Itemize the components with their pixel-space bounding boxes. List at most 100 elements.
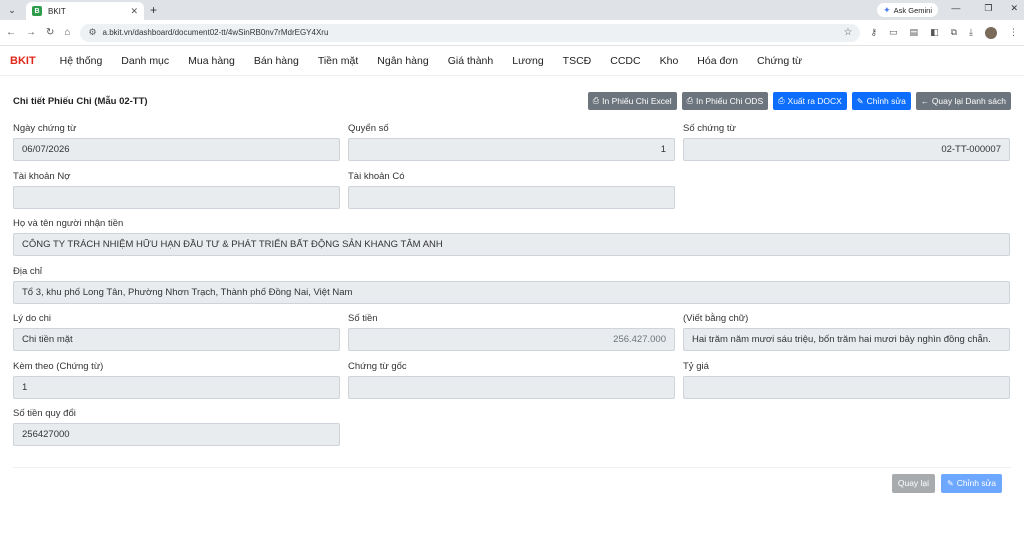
label-ty-gia: Tỷ giá	[683, 360, 709, 372]
menu-luong[interactable]: Lương	[512, 55, 543, 67]
bookmark-star-icon[interactable]: ☆	[843, 27, 852, 38]
printer-icon: ⎙	[592, 96, 600, 105]
field-so-tien: Số tiền 256.427.000	[348, 306, 675, 354]
menu-tscd[interactable]: TSCĐ	[563, 55, 592, 67]
field-tk-no: Tài khoản Nợ	[13, 164, 340, 212]
input-tk-no[interactable]	[13, 185, 340, 209]
footer-divider	[13, 466, 1011, 468]
back-icon[interactable]: ←	[6, 27, 16, 38]
field-empty	[683, 164, 1010, 212]
back-label: Quay lại	[897, 478, 930, 488]
printer-icon: ⎙	[778, 96, 785, 105]
brand-logo[interactable]: BKIT	[10, 55, 36, 67]
url-text[interactable]: a.bkit.vn/dashboard/document02-tt/4wSinR…	[103, 28, 838, 37]
input-ly-do[interactable]: Chi tiền mặt	[13, 328, 340, 351]
label-ly-do: Lý do chi	[13, 313, 52, 324]
input-quy-doi[interactable]: 256427000	[13, 423, 340, 446]
input-dia-chi[interactable]: Tổ 3, khu phố Long Tân, Phường Nhơn Trạc…	[13, 280, 1010, 304]
label-so-chung-tu: Số chứng từ	[683, 123, 736, 134]
print-excel-button[interactable]: ⎙ In Phiếu Chi Excel	[587, 92, 677, 110]
menu-danh-muc[interactable]: Danh mục	[121, 55, 169, 67]
field-quy-doi: Số tiền quy đổi 256427000	[13, 401, 340, 449]
field-ty-gia: Tỷ giá	[683, 354, 1010, 402]
field-so-chung-tu: Số chứng từ 02-TT-000007	[683, 116, 1010, 164]
home-icon[interactable]: ⌂	[64, 27, 70, 38]
extension-icon[interactable]: ⧉	[951, 27, 957, 38]
input-so-tien[interactable]: 256.427.000	[348, 328, 675, 351]
browser-tabbar: ⌄ B BKIT ✕ + ✦ Ask Gemini — ❐ ✕	[0, 0, 1024, 20]
label-bang-chu: (Viết bằng chữ)	[683, 313, 749, 324]
printer-icon: ⎙	[686, 96, 694, 105]
field-kem-theo: Kèm theo (Chứng từ) 1	[13, 354, 340, 402]
field-bang-chu: (Viết bằng chữ) Hai trăm năm mươi sáu tr…	[683, 306, 1010, 354]
field-ngay-chung-tu: Ngày chứng từ 06/07/2026	[13, 116, 340, 164]
sidebar-icon[interactable]: ◧	[930, 27, 939, 38]
field-ly-do: Lý do chi Chi tiền mặt	[13, 306, 340, 354]
tab-search-icon[interactable]: ⌄	[4, 2, 20, 18]
menu-ban-hang[interactable]: Bán hàng	[254, 55, 299, 67]
menu-kho[interactable]: Kho	[660, 55, 679, 67]
back-to-list-button[interactable]: ← Quay lại Danh sách	[915, 92, 1011, 110]
back-to-list-label: Quay lại Danh sách	[931, 96, 1006, 106]
forward-icon[interactable]: →	[26, 27, 36, 38]
menu-ngan-hang[interactable]: Ngân hàng	[377, 55, 428, 67]
restore-icon[interactable]: ❐	[984, 3, 992, 14]
field-dia-chi: Địa chỉ Tổ 3, khu phố Long Tân, Phường N…	[13, 259, 1010, 307]
new-tab-icon[interactable]: +	[150, 3, 157, 17]
menu-ccdc[interactable]: CCDC	[610, 55, 640, 67]
input-quyen-so[interactable]: 1	[348, 138, 675, 161]
reload-icon[interactable]: ↻	[46, 27, 54, 38]
field-tk-co: Tài khoản Có	[348, 164, 675, 212]
gemini-icon: ✦	[883, 4, 891, 15]
browser-tab[interactable]: B BKIT ✕	[26, 2, 144, 20]
menu-mua-hang[interactable]: Mua hàng	[188, 55, 235, 67]
input-nguoi-nhan[interactable]: CÔNG TY TRÁCH NHIỆM HỮU HẠN ĐẦU TƯ & PHÁ…	[13, 233, 1010, 256]
close-window-icon[interactable]: ✕	[1010, 3, 1018, 14]
window-controls: — ❐ ✕	[951, 3, 1018, 14]
card-icon[interactable]: ▭	[889, 27, 898, 38]
pencil-icon: ✎	[947, 478, 954, 488]
menu-chung-tu[interactable]: Chứng từ	[757, 55, 802, 67]
address-bar-row: ← → ↻ ⌂ ⚙ a.bkit.vn/dashboard/document02…	[0, 20, 1024, 46]
key-icon[interactable]: ⚷	[870, 27, 877, 38]
input-ty-gia[interactable]	[683, 375, 1010, 399]
label-so-tien: Số tiền	[348, 313, 378, 324]
ask-gemini-button[interactable]: ✦ Ask Gemini	[877, 3, 938, 17]
download-icon[interactable]: ⤓	[969, 27, 973, 38]
field-nguoi-nhan: Họ và tên người nhận tiền CÔNG TY TRÁCH …	[13, 211, 1010, 259]
omnibox[interactable]: ⚙ a.bkit.vn/dashboard/document02-tt/4wSi…	[80, 23, 861, 42]
print-excel-label: In Phiếu Chi Excel	[602, 96, 672, 106]
menu-he-thong[interactable]: Hệ thống	[60, 55, 103, 67]
input-chung-tu-goc[interactable]	[348, 375, 675, 399]
browser-menu-icon[interactable]: ⋮	[1009, 27, 1018, 38]
input-bang-chu[interactable]: Hai trăm năm mươi sáu triệu, bốn trăm ha…	[683, 328, 1010, 351]
field-quyen-so: Quyển số 1	[348, 116, 675, 164]
main-content: Chi tiết Phiếu Chi (Mẫu 02-TT) ⎙ In Phiếu…	[0, 86, 1024, 493]
label-ngay-chung-tu: Ngày chứng từ	[13, 123, 77, 134]
pencil-icon: ✎	[856, 96, 864, 106]
minimize-icon[interactable]: —	[951, 3, 960, 14]
profile-avatar[interactable]	[985, 26, 997, 39]
reading-icon[interactable]: ▤	[910, 27, 919, 38]
footer-edit-label: Chỉnh sửa	[956, 478, 996, 488]
input-tk-co[interactable]	[348, 185, 675, 209]
input-kem-theo[interactable]: 1	[13, 375, 340, 399]
label-kem-theo: Kèm theo (Chứng từ)	[13, 360, 104, 372]
menu-gia-thanh[interactable]: Giá thành	[448, 55, 494, 67]
footer-edit-button[interactable]: ✎ Chỉnh sửa	[941, 473, 1002, 493]
label-dia-chi: Địa chỉ	[13, 265, 43, 277]
ask-gemini-label: Ask Gemini	[893, 5, 932, 15]
back-button[interactable]: Quay lại	[891, 473, 936, 493]
input-so-chung-tu[interactable]: 02-TT-000007	[683, 138, 1010, 161]
input-ngay-chung-tu[interactable]: 06/07/2026	[13, 138, 340, 161]
menu-tien-mat[interactable]: Tiền mặt	[318, 55, 358, 67]
print-ods-label: In Phiếu Chi ODS	[696, 96, 764, 106]
site-info-icon[interactable]: ⚙	[88, 27, 96, 38]
export-docx-button[interactable]: ⎙ Xuất ra DOCX	[773, 92, 847, 110]
tab-close-icon[interactable]: ✕	[130, 6, 138, 17]
print-ods-button[interactable]: ⎙ In Phiếu Chi ODS	[681, 92, 769, 110]
voucher-form: Ngày chứng từ 06/07/2026 Quyển số 1 Số c…	[13, 116, 1011, 449]
edit-button[interactable]: ✎ Chỉnh sửa	[851, 92, 911, 110]
menu-hoa-don[interactable]: Hóa đơn	[697, 55, 738, 67]
field-chung-tu-goc: Chứng từ gốc	[348, 354, 675, 402]
